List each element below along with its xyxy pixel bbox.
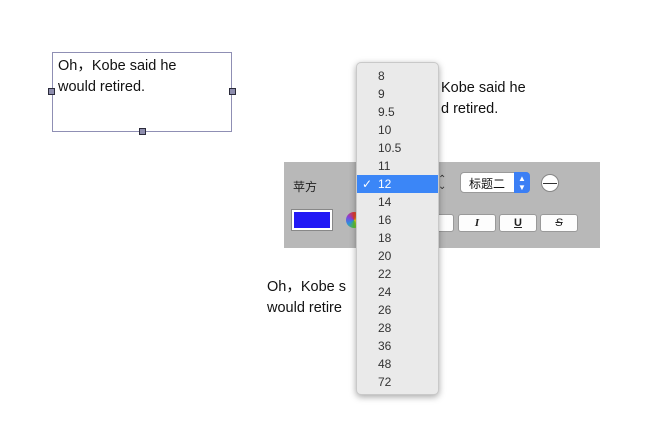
menu-item-size-9[interactable]: 9: [357, 85, 438, 103]
menu-item-label: 22: [378, 267, 392, 281]
menu-item-label: 72: [378, 375, 392, 389]
font-size-stepper-icon[interactable]: ⌃ ⌄: [438, 175, 446, 192]
menu-item-label: 10.5: [378, 141, 402, 155]
chevron-up-down-icon: ▲ ▼: [514, 172, 530, 193]
menu-item-size-22[interactable]: 22: [357, 265, 438, 283]
format-toolbar: 苹方 ⌃⌄ 标题二 ▲▼ — B I U S: [284, 162, 600, 248]
menu-item-label: 14: [378, 195, 392, 209]
menu-item-size-20[interactable]: 20: [357, 247, 438, 265]
menu-item-size-18[interactable]: 18: [357, 229, 438, 247]
menu-item-label: 24: [378, 285, 392, 299]
menu-item-label: 36: [378, 339, 392, 353]
menu-item-size-11[interactable]: 11: [357, 157, 438, 175]
menu-item-label: 48: [378, 357, 392, 371]
italic-button[interactable]: I: [458, 214, 496, 232]
menu-item-size-10-5[interactable]: 10.5: [357, 139, 438, 157]
font-family-label[interactable]: 苹方: [293, 178, 317, 195]
resize-handle-left[interactable]: [48, 88, 55, 95]
menu-item-label: 26: [378, 303, 392, 317]
menu-item-size-36[interactable]: 36: [357, 337, 438, 355]
text-color-swatch[interactable]: [291, 209, 333, 231]
underline-label: U: [514, 217, 522, 229]
menu-item-size-14[interactable]: 14: [357, 193, 438, 211]
strikethrough-button[interactable]: S: [540, 214, 578, 232]
font-size-menu[interactable]: 8 9 9.5 10 10.5 11 ✓ 12 14 16 18 20 22 2…: [356, 62, 439, 395]
heading-style-select[interactable]: 标题二 ▲ ▼: [460, 172, 530, 193]
menu-item-label: 16: [378, 213, 392, 227]
menu-item-size-24[interactable]: 24: [357, 283, 438, 301]
text-block-bottom: Oh，Kobe s would retire: [267, 279, 346, 316]
remove-button[interactable]: —: [541, 174, 559, 192]
menu-item-label: 8: [378, 69, 385, 83]
menu-item-label: 18: [378, 231, 392, 245]
menu-item-label: 20: [378, 249, 392, 263]
menu-item-label: 9.5: [378, 105, 395, 119]
text-box-content[interactable]: Oh，Kobe said he would retired.: [58, 56, 177, 98]
menu-item-size-16[interactable]: 16: [357, 211, 438, 229]
menu-item-label: 9: [378, 87, 385, 101]
menu-item-label: 12: [378, 177, 392, 191]
checkmark-icon: ✓: [362, 177, 373, 191]
heading-style-value: 标题二: [469, 177, 506, 191]
menu-item-size-9-5[interactable]: 9.5: [357, 103, 438, 121]
resize-handle-bottom[interactable]: [139, 128, 146, 135]
text-color-fill: [294, 212, 330, 228]
menu-item-size-72[interactable]: 72: [357, 373, 438, 391]
menu-item-size-28[interactable]: 28: [357, 319, 438, 337]
menu-item-size-26[interactable]: 26: [357, 301, 438, 319]
menu-item-size-48[interactable]: 48: [357, 355, 438, 373]
menu-item-label: 28: [378, 321, 392, 335]
menu-item-size-10[interactable]: 10: [357, 121, 438, 139]
text-block-right: Kobe said he d retired.: [441, 80, 526, 117]
menu-item-label: 10: [378, 123, 392, 137]
menu-item-label: 11: [378, 159, 391, 173]
underline-button[interactable]: U: [499, 214, 537, 232]
strikethrough-label: S: [555, 217, 563, 229]
resize-handle-right[interactable]: [229, 88, 236, 95]
menu-item-size-12[interactable]: ✓ 12: [357, 175, 438, 193]
selected-text-box[interactable]: Oh，Kobe said he would retired.: [52, 52, 232, 132]
italic-label: I: [474, 217, 480, 229]
menu-item-size-8[interactable]: 8: [357, 67, 438, 85]
